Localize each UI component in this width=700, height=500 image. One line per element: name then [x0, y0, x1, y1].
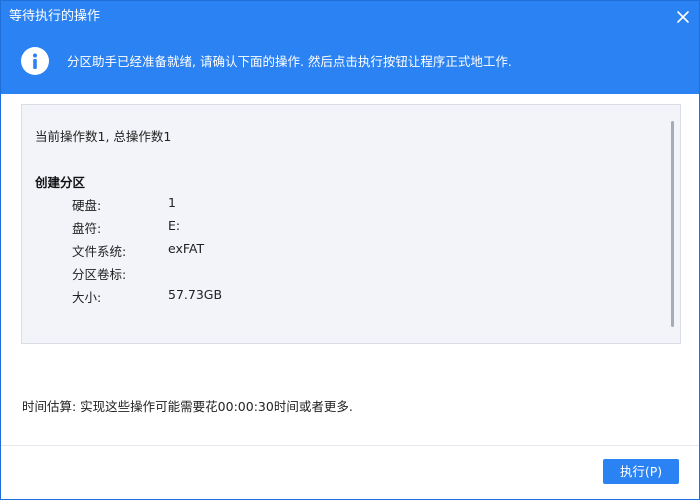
operation-section-title: 创建分区 — [35, 175, 86, 190]
dialog-header: 等待执行的操作 分区助手已经准备就绪, 请确认下面的操作. 然后点击执行按钮让程… — [1, 1, 699, 94]
detail-label: 大小: — [72, 290, 102, 305]
detail-label: 文件系统: — [72, 244, 127, 259]
dialog-title: 等待执行的操作 — [9, 9, 101, 24]
detail-row-disk: 硬盘: 1 — [72, 195, 472, 213]
detail-value: 1 — [168, 195, 176, 210]
detail-row-file-system: 文件系统: exFAT — [72, 241, 472, 259]
pending-operations-dialog: 等待执行的操作 分区助手已经准备就绪, 请确认下面的操作. 然后点击执行按钮让程… — [0, 0, 700, 500]
detail-row-size: 大小: 57.73GB — [72, 287, 472, 305]
time-estimate: 时间估算: 实现这些操作可能需要花00:00:30时间或者更多. — [22, 399, 353, 414]
info-message: 分区助手已经准备就绪, 请确认下面的操作. 然后点击执行按钮让程序正式地工作. — [67, 54, 512, 69]
detail-value: E: — [168, 218, 181, 233]
detail-label: 分区卷标: — [72, 267, 127, 282]
operation-count: 当前操作数1, 总操作数1 — [35, 129, 172, 144]
vertical-scrollbar[interactable] — [671, 121, 674, 327]
detail-label: 盘符: — [72, 221, 102, 236]
detail-label: 硬盘: — [72, 198, 102, 213]
close-icon — [677, 11, 689, 23]
detail-value: 57.73GB — [168, 287, 223, 302]
footer-divider — [1, 445, 699, 446]
detail-row-drive-letter: 盘符: E: — [72, 218, 472, 236]
close-button[interactable] — [673, 7, 693, 27]
operations-panel: 当前操作数1, 总操作数1 创建分区 硬盘: 1 盘符: E: 文件系统: ex… — [21, 104, 681, 344]
info-icon — [21, 47, 49, 75]
detail-value: exFAT — [168, 241, 205, 256]
execute-button[interactable]: 执行(P) — [603, 459, 679, 484]
detail-row-volume-label: 分区卷标: — [72, 264, 472, 282]
